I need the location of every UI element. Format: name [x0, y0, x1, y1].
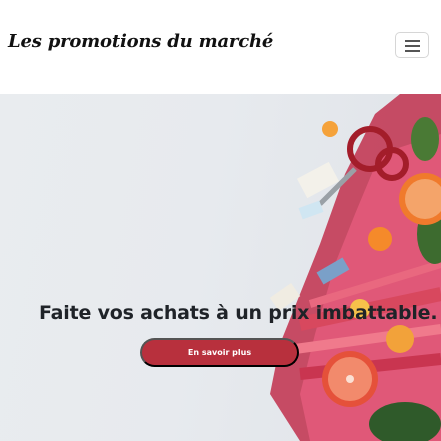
hero-headline: Faite vos achats à un prix imbattable. [39, 302, 438, 324]
learn-more-button[interactable]: En savoir plus [140, 338, 299, 367]
navbar-toggler-button[interactable] [395, 32, 429, 58]
navbar: Les promotions du marché [0, 0, 441, 94]
produce-background-image [269, 94, 441, 441]
brand-logo-text[interactable]: Les promotions du marché [8, 31, 273, 52]
hero-section: Faite vos achats à un prix imbattable. E… [0, 94, 441, 441]
